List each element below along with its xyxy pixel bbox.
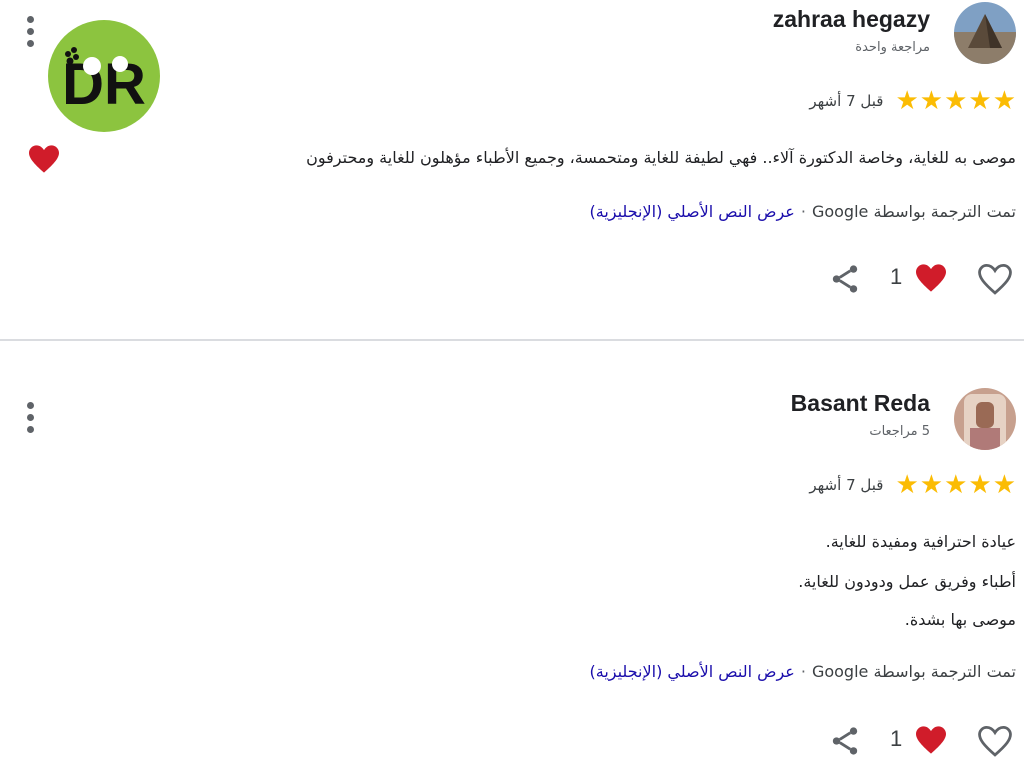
- reviewer-name[interactable]: Basant Reda: [791, 390, 930, 417]
- review-text-line: عيادة احترافية ومفيدة للغاية.: [825, 532, 1016, 551]
- star-icon: ★: [895, 470, 919, 500]
- star-icon: ★: [895, 86, 919, 116]
- review-actions: 1: [828, 258, 1018, 298]
- svg-text:DR: DR: [62, 52, 146, 117]
- share-icon[interactable]: [828, 724, 862, 762]
- like-count: 1: [890, 264, 903, 289]
- more-options-icon[interactable]: [22, 400, 40, 440]
- star-icon: ★: [919, 86, 944, 116]
- reviewer-review-count: مراجعة واحدة: [855, 40, 930, 55]
- divider: [0, 339, 1024, 341]
- avatar[interactable]: [954, 2, 1016, 64]
- view-original-link[interactable]: عرض النص الأصلي (الإنجليزية): [590, 202, 795, 221]
- star-rating: ★ ★ ★ ★ ★: [895, 472, 1016, 498]
- translation-row: تمت الترجمة بواسطة Google · عرض النص الأ…: [590, 202, 1017, 221]
- avatar[interactable]: [954, 388, 1016, 450]
- heart-filled-icon: [914, 263, 948, 297]
- like-count: 1: [890, 726, 903, 751]
- review-card: Basant Reda 5 مراجعات ★ ★ ★ ★ ★ قبل 7 أش…: [0, 342, 1024, 768]
- share-icon[interactable]: [828, 262, 862, 300]
- star-icon: ★: [968, 86, 992, 116]
- more-options-icon[interactable]: [22, 14, 40, 54]
- separator: ·: [800, 662, 806, 681]
- like-button[interactable]: [976, 724, 1014, 762]
- reviewer-name[interactable]: zahraa hegazy: [773, 6, 930, 33]
- business-logo: DR: [48, 20, 160, 132]
- star-icon: ★: [992, 470, 1016, 500]
- star-icon: ★: [992, 86, 1016, 116]
- star-icon: ★: [919, 470, 944, 500]
- view-original-link[interactable]: عرض النص الأصلي (الإنجليزية): [590, 662, 795, 681]
- star-rating: ★ ★ ★ ★ ★: [895, 88, 1016, 114]
- star-icon: ★: [944, 470, 968, 500]
- review-text-line: أطباء وفريق عمل ودودون للغاية.: [798, 572, 1016, 591]
- review-actions: 1: [828, 720, 1018, 760]
- heart-filled-icon: [914, 725, 948, 759]
- review-card: DR zahraa hegazy مراجعة واحدة ★ ★ ★ ★ ★ …: [0, 0, 1024, 340]
- heart-emoji-icon: [27, 144, 61, 178]
- review-date: قبل 7 أشهر: [809, 476, 884, 494]
- star-icon: ★: [944, 86, 968, 116]
- translation-row: تمت الترجمة بواسطة Google · عرض النص الأ…: [590, 662, 1017, 681]
- review-date: قبل 7 أشهر: [809, 92, 884, 110]
- translated-by-label: تمت الترجمة بواسطة Google: [811, 202, 1016, 221]
- rating-row: ★ ★ ★ ★ ★ قبل 7 أشهر: [809, 472, 1016, 498]
- like-button[interactable]: [976, 262, 1014, 300]
- reviewer-review-count: 5 مراجعات: [869, 424, 930, 439]
- rating-row: ★ ★ ★ ★ ★ قبل 7 أشهر: [809, 88, 1016, 114]
- review-text-line: موصى بها بشدة.: [904, 610, 1016, 629]
- star-icon: ★: [968, 470, 992, 500]
- translated-by-label: تمت الترجمة بواسطة Google: [811, 662, 1016, 681]
- separator: ·: [800, 202, 806, 221]
- review-text: موصى به للغاية، وخاصة الدكتورة آلاء.. فه…: [306, 148, 1016, 167]
